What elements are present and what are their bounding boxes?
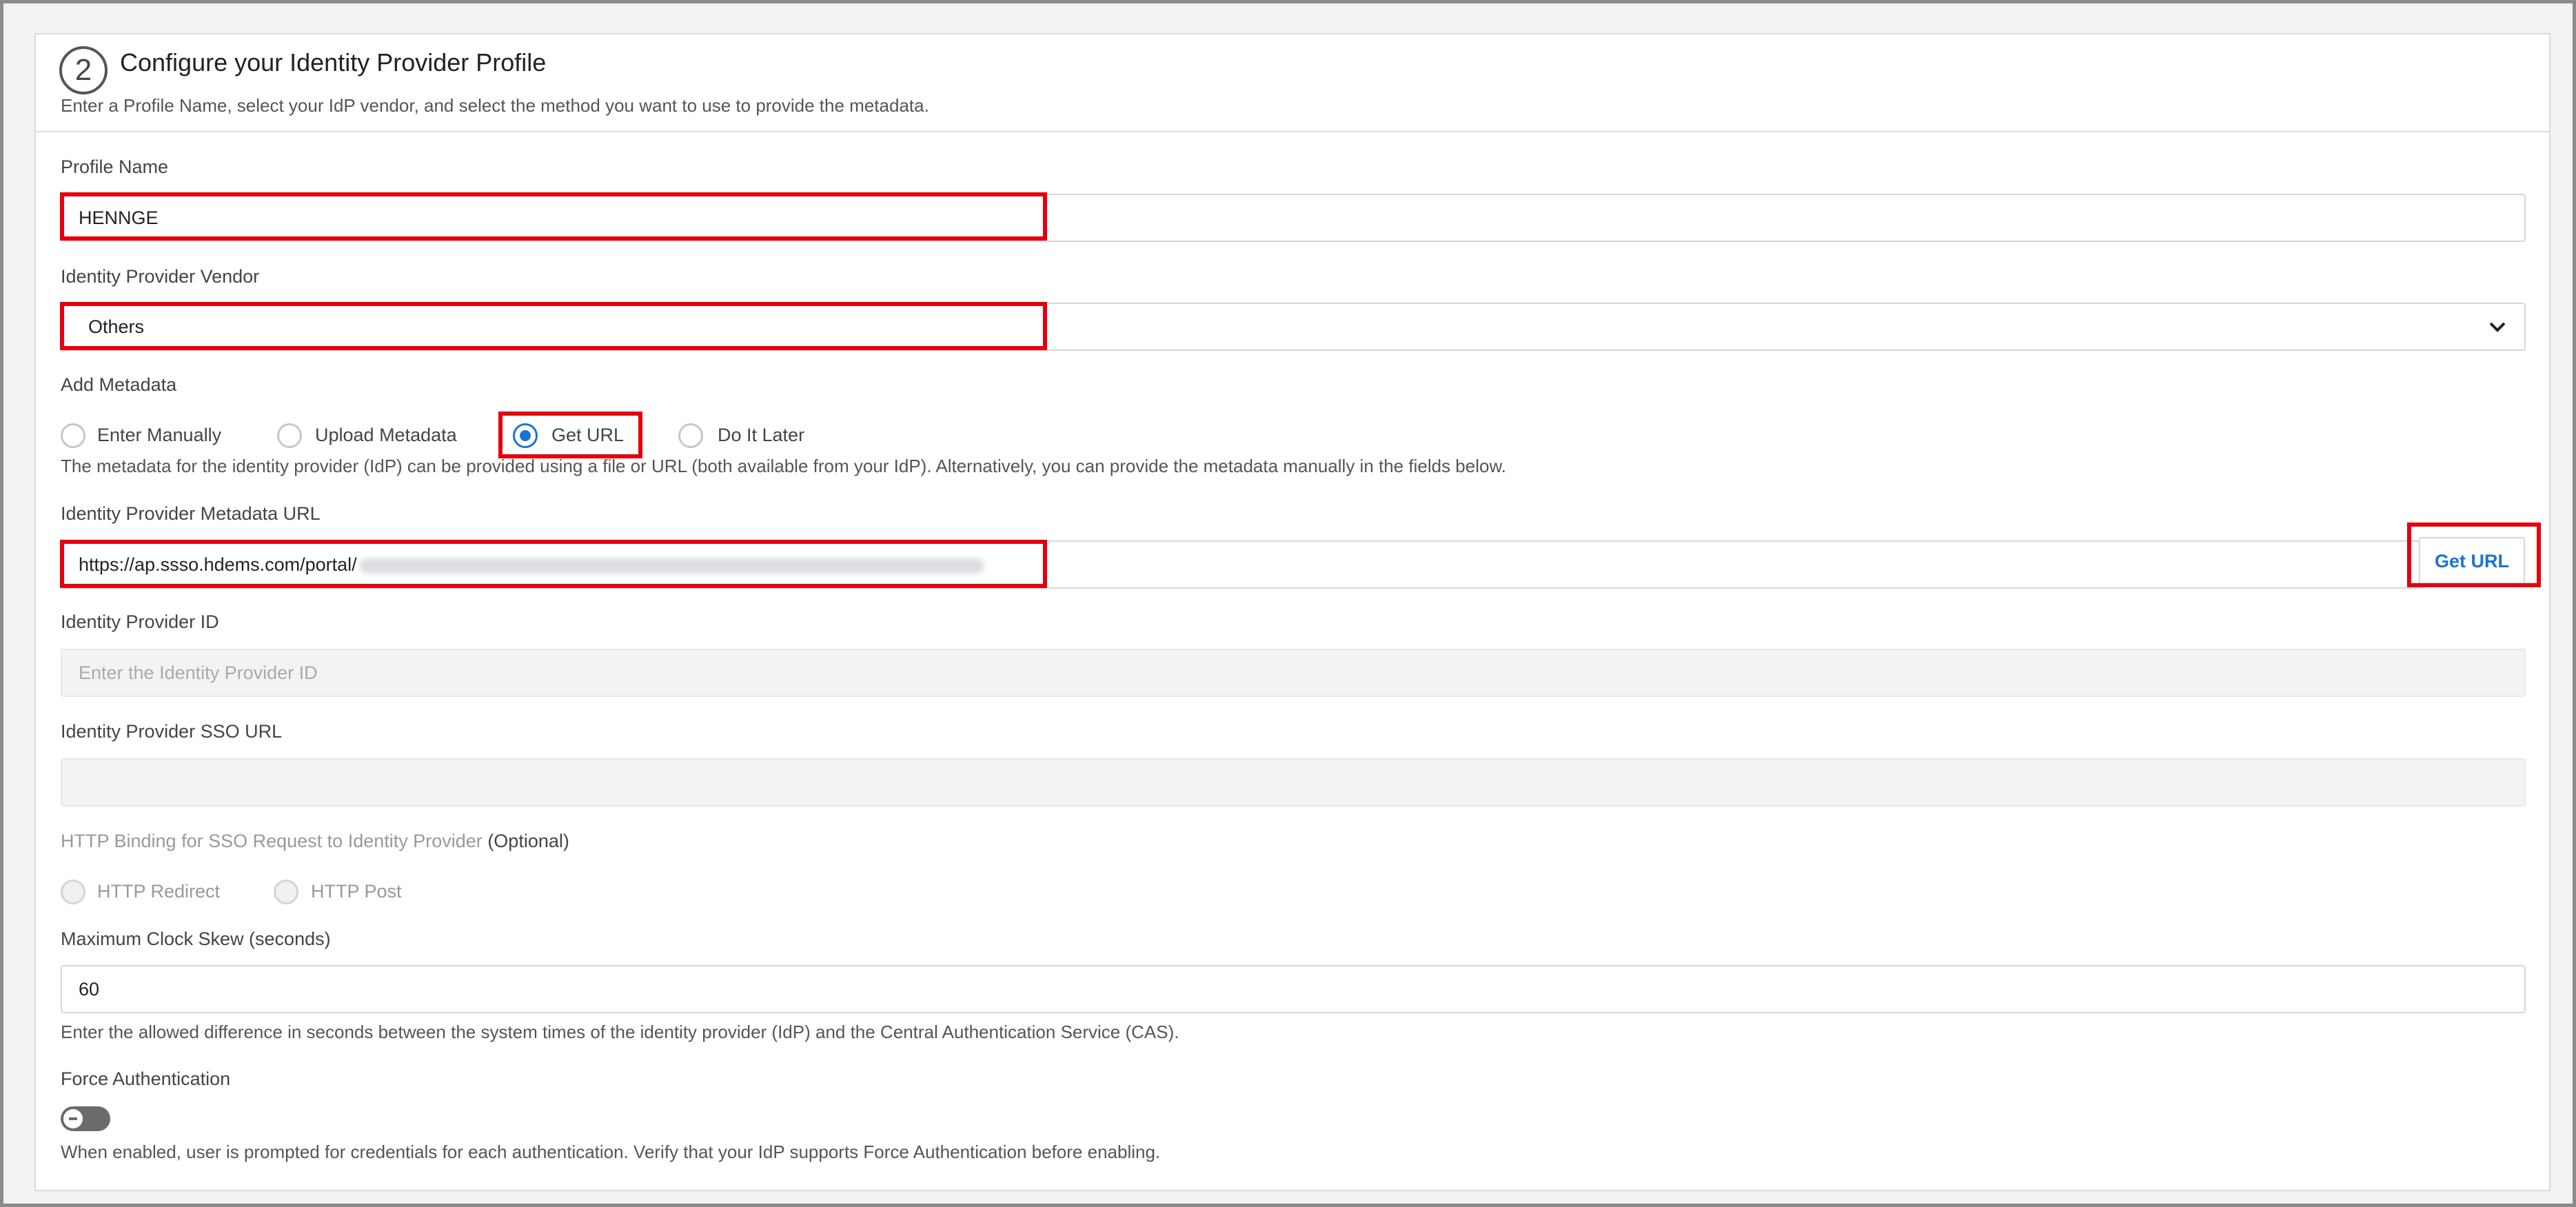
radio-http-redirect-label: HTTP Redirect [97, 881, 221, 902]
get-url-radio-highlight [498, 412, 642, 458]
clock-skew-input[interactable]: 60 [61, 965, 2526, 1013]
force-auth-toggle[interactable] [61, 1106, 110, 1131]
radio-upload-metadata[interactable] [277, 423, 302, 448]
force-auth-help: When enabled, user is prompted for crede… [61, 1142, 1161, 1162]
radio-http-redirect[interactable] [61, 880, 85, 904]
clock-skew-label: Maximum Clock Skew (seconds) [61, 929, 331, 949]
radio-http-post[interactable] [274, 880, 298, 904]
profile-name-highlight [60, 192, 1047, 241]
window-frame: 2 Configure your Identity Provider Profi… [0, 0, 2576, 1207]
idp-id-label: Identity Provider ID [61, 611, 219, 632]
metadata-url-highlight [60, 540, 1047, 588]
radio-upload-metadata-label: Upload Metadata [315, 425, 457, 445]
http-binding-label-text: HTTP Binding for SSO Request to Identity… [61, 831, 483, 851]
idp-id-input[interactable]: Enter the Identity Provider ID [61, 649, 2526, 697]
clock-skew-help: Enter the allowed difference in seconds … [61, 1022, 1179, 1042]
profile-name-label: Profile Name [61, 156, 169, 177]
section-subtitle: Enter a Profile Name, select your IdP ve… [61, 95, 929, 116]
radio-http-post-label: HTTP Post [311, 881, 402, 902]
section-title: Configure your Identity Provider Profile [120, 48, 547, 77]
radio-enter-manually[interactable] [61, 423, 85, 448]
http-binding-optional: (Optional) [487, 831, 569, 851]
radio-do-it-later-label: Do It Later [718, 425, 805, 445]
step-number-badge: 2 [59, 46, 108, 94]
idp-profile-card: 2 Configure your Identity Provider Profi… [34, 33, 2550, 1191]
sso-url-input[interactable] [61, 758, 2526, 807]
vendor-highlight [60, 302, 1047, 350]
toggle-knob-icon [63, 1109, 83, 1128]
force-auth-label: Force Authentication [61, 1068, 231, 1089]
get-url-button-highlight [2407, 523, 2541, 587]
sso-url-label: Identity Provider SSO URL [61, 721, 283, 742]
section-header: 2 Configure your Identity Provider Profi… [36, 34, 2549, 132]
radio-enter-manually-label: Enter Manually [97, 425, 222, 445]
add-metadata-label: Add Metadata [61, 374, 177, 395]
radio-do-it-later[interactable] [678, 423, 703, 448]
metadata-url-label: Identity Provider Metadata URL [61, 503, 321, 524]
http-binding-label: HTTP Binding for SSO Request to Identity… [61, 831, 569, 852]
chevron-down-icon [2489, 322, 2506, 332]
add-metadata-help: The metadata for the identity provider (… [61, 456, 1507, 476]
vendor-label: Identity Provider Vendor [61, 266, 260, 287]
